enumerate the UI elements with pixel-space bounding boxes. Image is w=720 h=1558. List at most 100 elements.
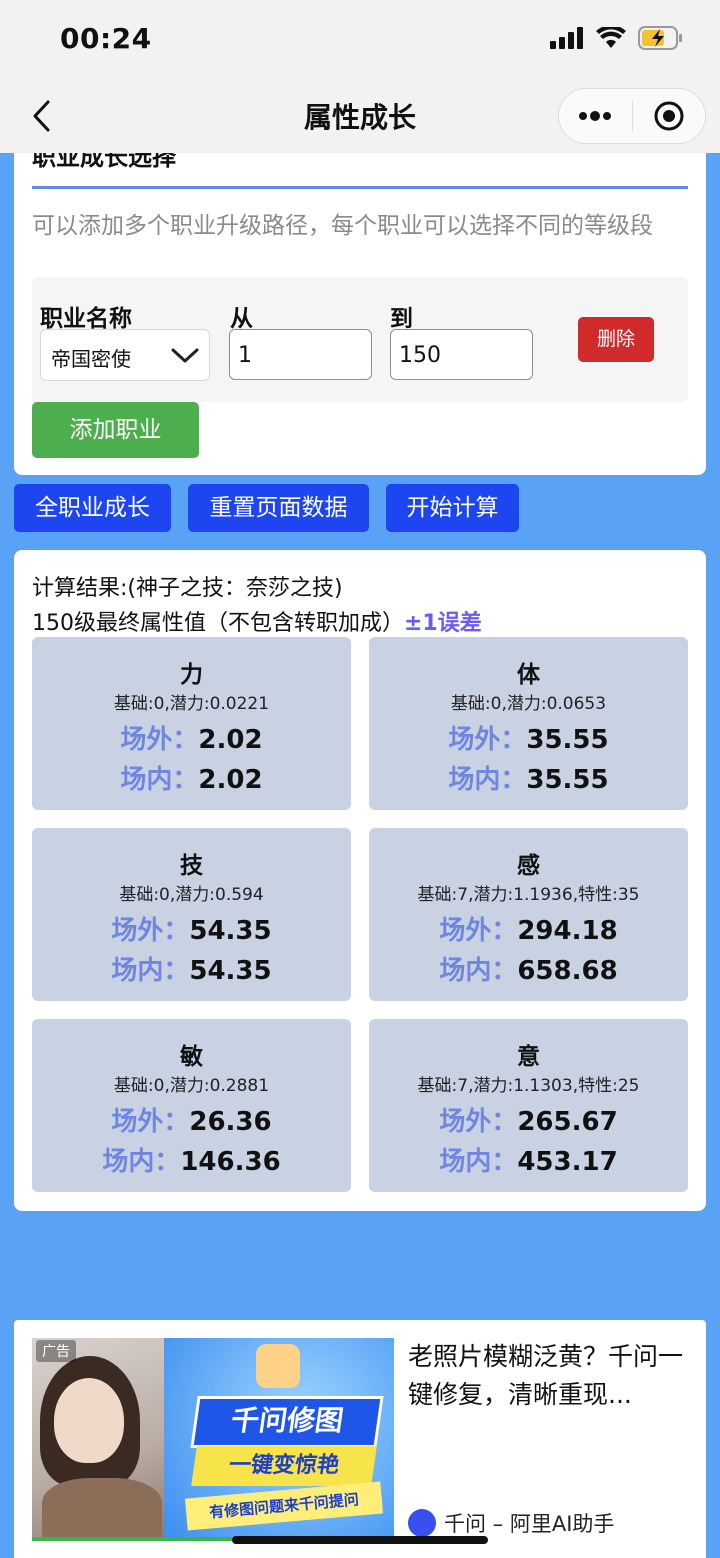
outside-label: 场外： xyxy=(111,916,190,946)
result-summary-line: 150级最终属性值（不包含转职加成）±1误差 xyxy=(32,605,482,637)
ad-photo xyxy=(32,1338,164,1540)
status-time: 00:24 xyxy=(60,22,152,55)
inside-value: 35.55 xyxy=(526,765,609,795)
stat-outside: 场外：54.35 xyxy=(32,910,351,947)
ad-portrait-body xyxy=(42,1478,162,1540)
to-label: 到 xyxy=(390,306,413,332)
chevron-left-icon xyxy=(33,100,50,132)
stat-name: 体 xyxy=(517,662,540,688)
ad-card[interactable]: 广告 千问修图 一键变惊艳 有修图问题来千问提问 老照片模糊泛黄？千问一键修复，… xyxy=(14,1320,706,1558)
inside-value: 146.36 xyxy=(180,1147,281,1177)
ad-portrait-face xyxy=(54,1378,124,1463)
more-dots-icon xyxy=(579,111,612,121)
stat-outside: 场外：2.02 xyxy=(32,719,351,756)
home-indicator xyxy=(232,1536,488,1544)
stat-name: 感 xyxy=(517,853,540,879)
stat-info: 基础:0,潜力:0.594 xyxy=(119,885,264,905)
start-calculate-button[interactable]: 开始计算 xyxy=(386,484,519,532)
close-miniapp-button[interactable] xyxy=(633,89,706,143)
ad-source: 千问 – 阿里AI助手 xyxy=(408,1508,614,1538)
stat-card-constitution: 体 基础:0,潜力:0.0653 场外：35.55 场内：35.55 xyxy=(369,637,688,810)
nav-bar: 属性成长 xyxy=(0,80,720,153)
stat-name: 技 xyxy=(180,853,203,879)
wifi-icon xyxy=(596,27,626,48)
stat-card-skill: 技 基础:0,潜力:0.594 场外：54.35 场内：54.35 xyxy=(32,828,351,1001)
stat-card-strength: 力 基础:0,潜力:0.0221 场外：2.02 场内：2.02 xyxy=(32,637,351,810)
section-divider xyxy=(32,186,688,189)
stat-inside: 场内：54.35 xyxy=(32,950,351,987)
stat-name: 敏 xyxy=(180,1044,203,1070)
outside-value: 54.35 xyxy=(189,916,272,946)
job-select[interactable]: 帝国密使 xyxy=(40,329,210,381)
inside-label: 场内： xyxy=(102,1147,181,1177)
stat-info: 基础:0,潜力:0.2881 xyxy=(113,1076,270,1096)
stat-card-agility: 敏 基础:0,潜力:0.2881 场外：26.36 场内：146.36 xyxy=(32,1019,351,1192)
outside-value: 265.67 xyxy=(517,1107,618,1137)
stat-inside: 场内：35.55 xyxy=(369,759,688,796)
chevron-down-icon xyxy=(171,348,199,363)
job-select-value: 帝国密使 xyxy=(51,347,131,371)
inside-label: 场内： xyxy=(120,765,199,795)
stat-name: 力 xyxy=(180,662,203,688)
outside-value: 26.36 xyxy=(189,1107,272,1137)
stat-info: 基础:0,潜力:0.0221 xyxy=(113,694,270,714)
results-card: 计算结果:(神子之技：奈莎之技) 150级最终属性值（不包含转职加成）±1误差 … xyxy=(14,550,706,1211)
ad-image[interactable]: 广告 千问修图 一键变惊艳 有修图问题来千问提问 xyxy=(32,1338,394,1540)
job-row: 职业名称 从 到 帝国密使 1 150 删除 xyxy=(32,277,688,402)
inside-value: 453.17 xyxy=(517,1147,618,1177)
status-icons xyxy=(550,26,684,50)
status-bar: 00:24 xyxy=(0,0,720,80)
inside-label: 场内： xyxy=(111,956,190,986)
ad-headline[interactable]: 老照片模糊泛黄？千问一键修复，清晰重现... xyxy=(408,1338,692,1414)
ad-progress-bar xyxy=(32,1537,232,1541)
battery-icon xyxy=(638,26,682,50)
inside-value: 658.68 xyxy=(517,956,618,986)
inside-label: 场内： xyxy=(439,1147,518,1177)
ad-tag[interactable]: 广告 xyxy=(36,1340,76,1362)
target-circle-icon xyxy=(654,101,684,131)
stat-card-sense: 感 基础:7,潜力:1.1936,特性:35 场外：294.18 场内：658.… xyxy=(369,828,688,1001)
inside-label: 场内： xyxy=(448,765,527,795)
stat-inside: 场内：2.02 xyxy=(32,759,351,796)
outside-label: 场外： xyxy=(120,725,199,755)
outside-label: 场外： xyxy=(439,916,518,946)
ad-banner-sub: 一键变惊艳 xyxy=(191,1446,377,1486)
stat-inside: 场内：453.17 xyxy=(369,1141,688,1178)
inside-value: 54.35 xyxy=(189,956,272,986)
stat-info: 基础:7,潜力:1.1303,特性:25 xyxy=(417,1076,640,1096)
ad-banner: 千问修图 一键变惊艳 有修图问题来千问提问 xyxy=(164,1338,394,1540)
reset-page-button[interactable]: 重置页面数据 xyxy=(188,484,369,532)
stat-outside: 场外：265.67 xyxy=(369,1101,688,1138)
from-level-input[interactable]: 1 xyxy=(229,329,372,380)
outside-value: 35.55 xyxy=(526,725,609,755)
signal-icon xyxy=(550,27,583,49)
back-button[interactable] xyxy=(26,98,56,134)
inside-value: 2.02 xyxy=(198,765,263,795)
outside-label: 场外： xyxy=(111,1107,190,1137)
stat-outside: 场外：26.36 xyxy=(32,1101,351,1138)
job-name-label: 职业名称 xyxy=(40,306,132,332)
career-selection-card: 职业成长选择 可以添加多个职业升级路径，每个职业可以选择不同的等级段 职业名称 … xyxy=(14,153,706,475)
qianwen-logo-icon xyxy=(408,1509,436,1537)
tolerance-note: ±1误差 xyxy=(404,611,482,636)
delete-job-button[interactable]: 删除 xyxy=(578,317,654,362)
ad-source-name: 千问 – 阿里AI助手 xyxy=(444,1512,615,1536)
more-button[interactable] xyxy=(559,89,632,143)
inside-label: 场内： xyxy=(439,956,518,986)
ad-banner-small: 有修图问题来千问提问 xyxy=(184,1481,384,1531)
stat-outside: 场外：294.18 xyxy=(369,910,688,947)
add-job-button[interactable]: 添加职业 xyxy=(32,402,199,458)
stat-info: 基础:7,潜力:1.1936,特性:35 xyxy=(417,885,640,905)
stat-card-will: 意 基础:7,潜力:1.1303,特性:25 场外：265.67 场内：453.… xyxy=(369,1019,688,1192)
to-level-input[interactable]: 150 xyxy=(390,329,533,380)
outside-label: 场外： xyxy=(439,1107,518,1137)
outside-value: 2.02 xyxy=(198,725,263,755)
ad-banner-main: 千问修图 xyxy=(190,1396,384,1448)
stat-info: 基础:0,潜力:0.0653 xyxy=(450,694,607,714)
stat-outside: 场外：35.55 xyxy=(369,719,688,756)
result-skill-line: 计算结果:(神子之技：奈莎之技) xyxy=(32,576,343,601)
section-description: 可以添加多个职业升级路径，每个职业可以选择不同的等级段 xyxy=(32,213,653,239)
stat-inside: 场内：146.36 xyxy=(32,1141,351,1178)
all-career-growth-button[interactable]: 全职业成长 xyxy=(14,484,171,532)
stat-name: 意 xyxy=(517,1044,540,1070)
